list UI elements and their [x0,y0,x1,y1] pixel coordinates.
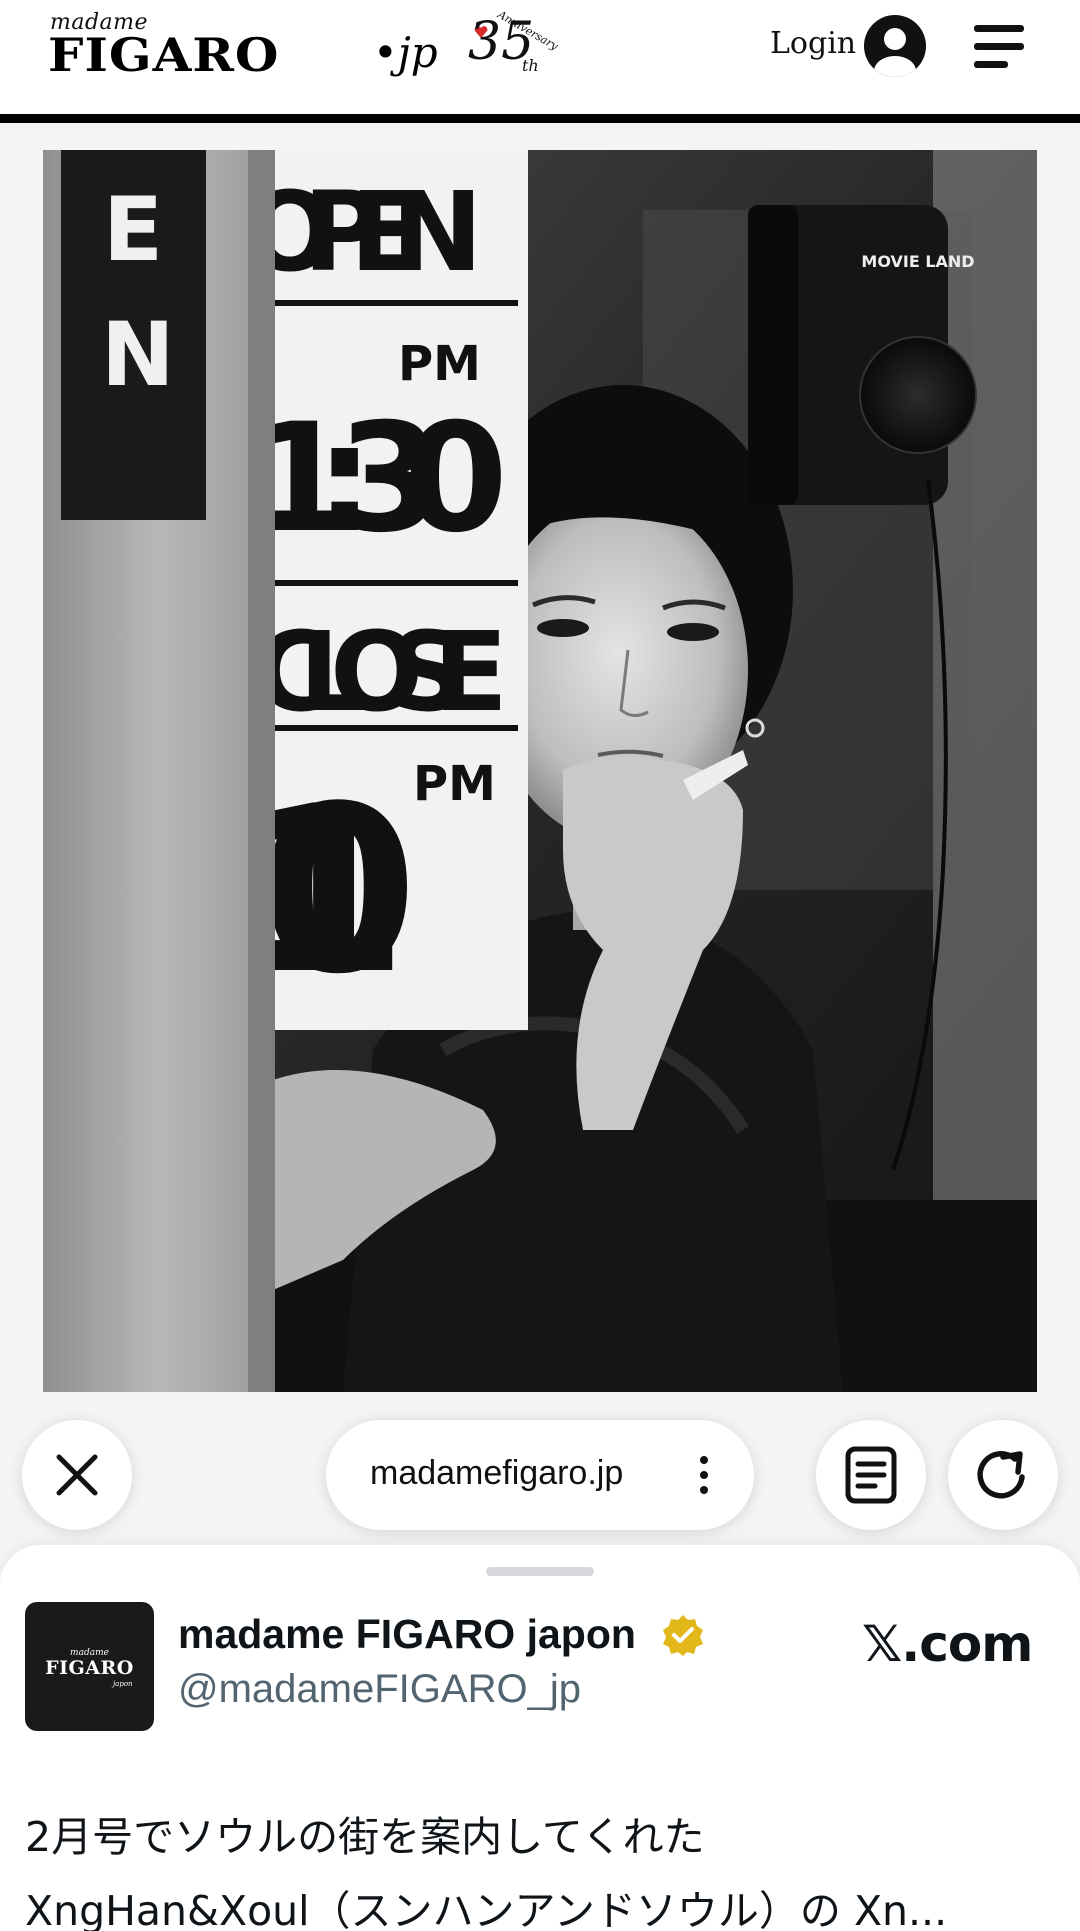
login-link[interactable]: Login [770,26,856,61]
user-circle-icon[interactable] [864,15,926,77]
hero-photo[interactable]: OPEN PM 1:30 CLOSE PM 10 E N MOVIE LAND [43,150,1037,1392]
url-text: madamefigaro.jp [370,1454,624,1492]
sign-pm-1: PM [398,336,481,392]
speaker-label: MOVIE LAND [861,252,974,271]
tweet-text-line-1: 2月号でソウルの街を案内してくれた [25,1813,705,1861]
madame-figaro-logo[interactable]: madame FIGARO •jp [48,8,468,88]
close-icon [56,1454,98,1496]
reload-icon [977,1451,1025,1499]
hero-photo-illustration: OPEN PM 1:30 CLOSE PM 10 E N MOVIE LAND [43,150,1037,1392]
logo-figaro-text: FIGARO [48,28,280,83]
hamburger-menu-icon[interactable] [974,25,1026,69]
anniversary-suffix: th [522,56,539,75]
side-sign-text-2: N [101,303,175,406]
avatar-figaro-text: FIGARO [45,1657,134,1679]
x-com-logo[interactable]: 𝕏.com [862,1615,1033,1673]
reader-mode-icon [845,1446,897,1504]
sign-pm-2: PM [413,756,496,812]
avatar-jp-text: japon [113,1680,133,1688]
reload-button[interactable] [948,1420,1058,1530]
side-sign-text: E [103,178,163,281]
sheet-grabber[interactable] [486,1567,594,1576]
close-button[interactable] [22,1420,132,1530]
reader-mode-button[interactable] [816,1420,926,1530]
tweet-text-line-2: XngHan&Xoul（スンハンアンドソウル）の Xn... [25,1887,948,1931]
logo-jp-text: •jp [373,28,438,77]
tweet-bottom-sheet[interactable]: madame FIGARO japon madame FIGARO japon … [0,1545,1080,1931]
sign-open-text: OPEN [243,168,483,296]
header-divider [0,114,1080,123]
account-name[interactable]: madame FIGARO japon [178,1611,636,1658]
site-header: madame FIGARO •jp 35 th Anniversary Logi… [0,0,1080,114]
browser-toolbar: madamefigaro.jp [0,1420,1080,1540]
verified-badge-icon [663,1615,703,1656]
anniversary-35th-logo: 35 th Anniversary [462,8,560,80]
sign-open-time: 1:30 [248,392,508,566]
account-handle[interactable]: @madameFIGARO_jp [178,1667,581,1712]
account-avatar[interactable]: madame FIGARO japon [25,1602,154,1731]
more-vertical-icon[interactable] [699,1454,709,1496]
url-bar[interactable]: madamefigaro.jp [326,1420,754,1530]
sign-close-text: CLOSE [253,608,508,736]
